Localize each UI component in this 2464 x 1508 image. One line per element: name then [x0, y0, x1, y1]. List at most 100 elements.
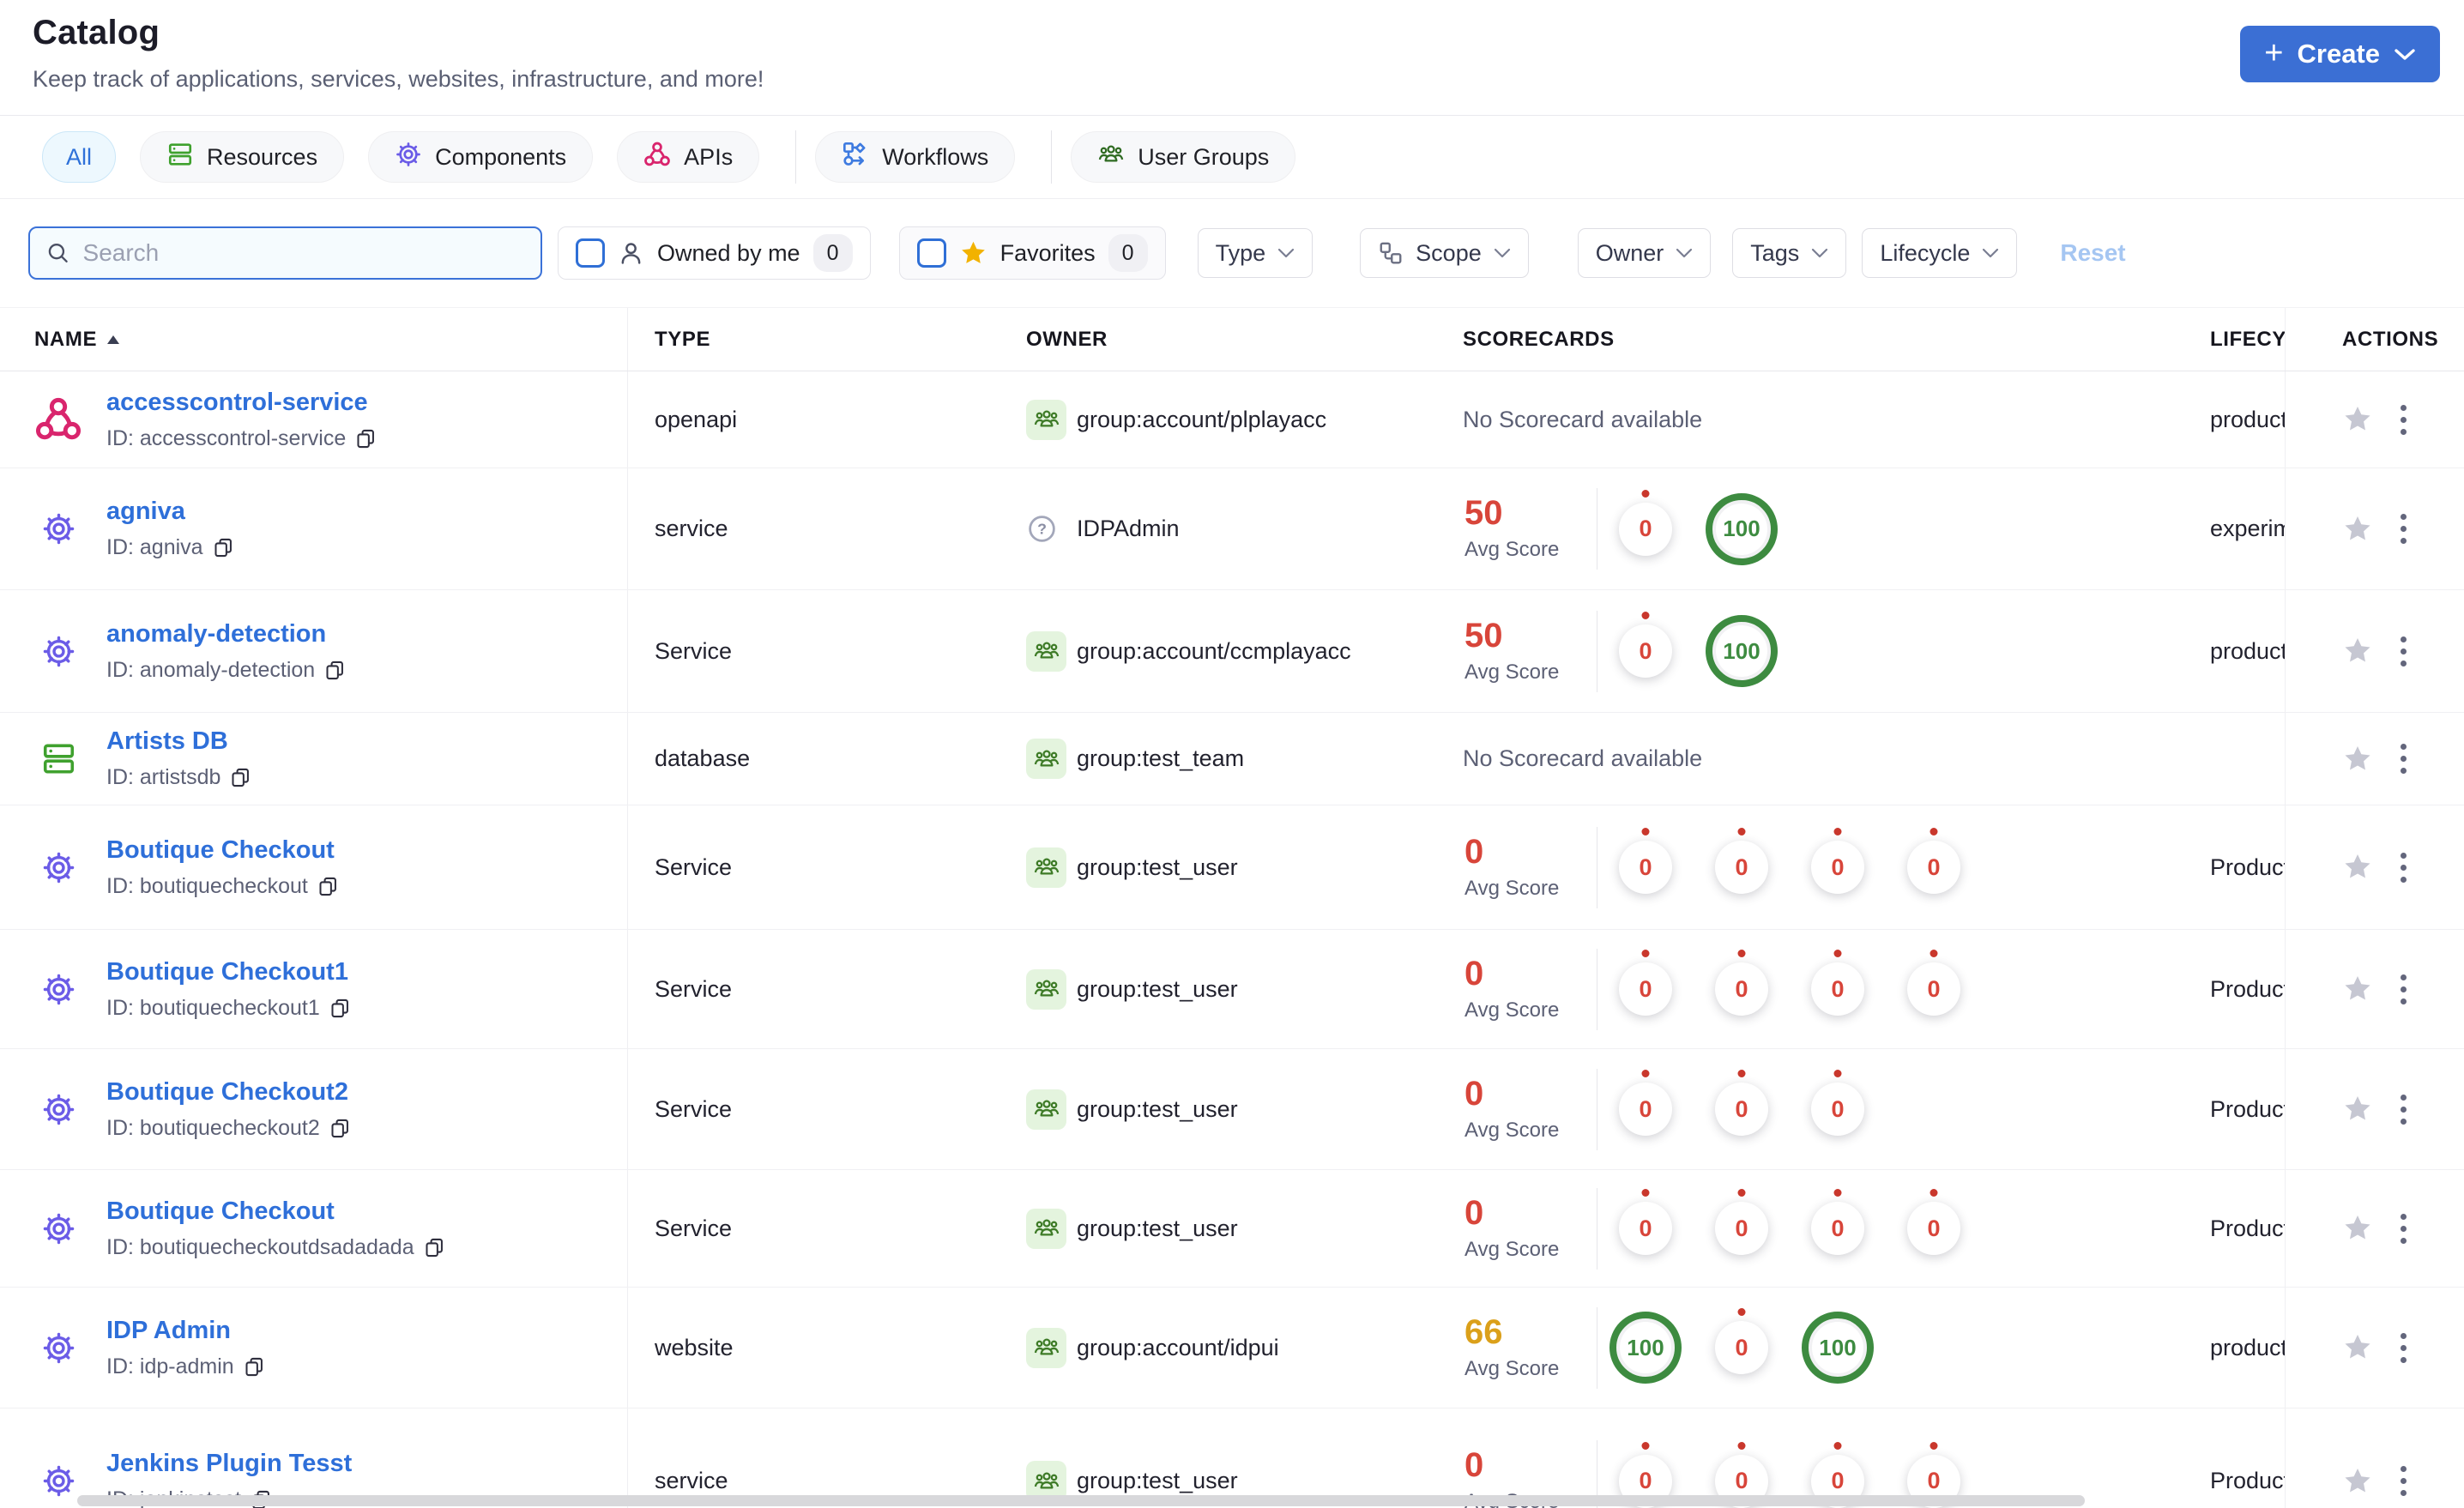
scorecard-check[interactable]: 100 — [1694, 615, 1790, 687]
favorite-star-button[interactable] — [2342, 404, 2373, 435]
database-icon — [34, 740, 82, 777]
scorecard-check[interactable]: 0 — [1597, 615, 1694, 687]
scorecard-check[interactable]: 0 — [1694, 841, 1790, 894]
entity-id: ID: boutiquecheckout2 — [106, 1115, 320, 1140]
scorecard-check[interactable]: 100 — [1597, 1312, 1694, 1384]
tab-user-groups[interactable]: User Groups — [1071, 131, 1296, 183]
kebab-menu-button[interactable] — [2395, 509, 2412, 549]
entity-name-link[interactable]: Boutique Checkout2 — [106, 1078, 348, 1106]
tab-workflows[interactable]: Workflows — [815, 131, 1016, 183]
kebab-menu-button[interactable] — [2395, 1089, 2412, 1130]
scorecard-check[interactable]: 0 — [1694, 1312, 1790, 1384]
scorecard-check[interactable]: 0 — [1790, 1083, 1886, 1136]
kebab-menu-button[interactable] — [2395, 847, 2412, 888]
owned-by-me-filter[interactable]: Owned by me 0 — [558, 226, 871, 280]
group-icon — [1026, 399, 1066, 440]
scorecard-check[interactable]: 0 — [1597, 1202, 1694, 1255]
search-box — [28, 226, 542, 280]
scorecard-check[interactable]: 100 — [1790, 1312, 1886, 1384]
scorecard-check[interactable]: 100 — [1694, 492, 1790, 565]
owner-name: IDPAdmin — [1077, 516, 1180, 541]
kebab-menu-button[interactable] — [2395, 1461, 2412, 1501]
create-button-label: Create — [2297, 39, 2381, 69]
tab-apis[interactable]: APIs — [617, 131, 760, 183]
favorite-star-button[interactable] — [2342, 744, 2373, 775]
group-icon — [1026, 1089, 1066, 1130]
favorite-star-button[interactable] — [2342, 852, 2373, 883]
copy-icon[interactable] — [329, 1117, 352, 1140]
favorite-star-button[interactable] — [2342, 1094, 2373, 1125]
kebab-menu-button[interactable] — [2395, 1209, 2412, 1249]
scorecard-check[interactable]: 0 — [1597, 493, 1694, 565]
favorites-checkbox[interactable] — [916, 238, 946, 268]
reset-filters-button[interactable]: Reset — [2060, 239, 2125, 267]
copy-icon[interactable] — [323, 659, 347, 682]
entity-name-link[interactable]: Artists DB — [106, 727, 228, 755]
kebab-menu-button[interactable] — [2395, 631, 2412, 672]
entity-name-link[interactable]: Boutique Checkout — [106, 1197, 335, 1225]
copy-icon[interactable] — [243, 1355, 266, 1378]
type-dropdown[interactable]: Type — [1197, 228, 1314, 278]
entity-name-link[interactable]: accesscontrol-service — [106, 389, 368, 416]
scorecard-check[interactable]: 0 — [1597, 1083, 1694, 1136]
scorecard-check[interactable]: 0 — [1790, 841, 1886, 894]
horizontal-scrollbar[interactable] — [77, 1495, 2085, 1506]
favorite-star-button[interactable] — [2342, 1332, 2373, 1363]
no-scorecard-text: No Scorecard available — [1463, 745, 1703, 771]
create-button[interactable]: + Create — [2240, 26, 2440, 82]
column-header-scorecards[interactable]: SCORECARDS — [1463, 308, 2171, 371]
entity-name-link[interactable]: Boutique Checkout — [106, 836, 335, 864]
favorites-filter[interactable]: Favorites 0 — [898, 226, 1166, 280]
favorite-star-button[interactable] — [2342, 514, 2373, 545]
scorecard-check[interactable]: 0 — [1886, 1202, 1982, 1255]
favorite-star-button[interactable] — [2342, 974, 2373, 1004]
entity-name-link[interactable]: Boutique Checkout1 — [106, 958, 348, 986]
owned-by-me-checkbox[interactable] — [576, 238, 605, 268]
column-header-type[interactable]: TYPE — [628, 308, 1026, 371]
scorecards-cell: 50 Avg Score 0 100 — [1463, 590, 2171, 712]
column-header-lifecycle[interactable]: LIFECYCLE — [2171, 308, 2285, 371]
scorecard-check[interactable]: 0 — [1597, 962, 1694, 1016]
scorecard-check[interactable]: 0 — [1790, 962, 1886, 1016]
scorecard-check[interactable]: 0 — [1597, 841, 1694, 894]
scorecard-check[interactable]: 0 — [1886, 841, 1982, 894]
scorecard-check[interactable]: 0 — [1886, 962, 1982, 1016]
copy-icon[interactable] — [212, 536, 235, 559]
owner-dropdown[interactable]: Owner — [1577, 228, 1712, 278]
table-row: anomaly-detection ID: anomaly-detection Se… — [0, 590, 2464, 713]
favorite-star-button[interactable] — [2342, 1213, 2373, 1244]
copy-icon[interactable] — [354, 427, 377, 450]
kebab-menu-button[interactable] — [2395, 400, 2412, 440]
type-cell: openapi — [655, 406, 738, 432]
column-header-name[interactable]: NAME — [0, 308, 628, 371]
scope-dropdown[interactable]: Scope — [1360, 228, 1529, 278]
favorite-star-button[interactable] — [2342, 1466, 2373, 1497]
entity-name-link[interactable]: Jenkins Plugin Tesst — [106, 1450, 352, 1477]
kebab-menu-button[interactable] — [2395, 1328, 2412, 1368]
tab-resources[interactable]: Resources — [140, 131, 345, 183]
scorecard-check[interactable]: 0 — [1694, 962, 1790, 1016]
gear-icon — [34, 850, 82, 885]
tab-all[interactable]: All — [42, 131, 117, 183]
search-input[interactable] — [82, 239, 525, 267]
entity-name-link[interactable]: anomaly-detection — [106, 620, 326, 648]
entity-name-link[interactable]: agniva — [106, 498, 185, 525]
column-header-owner[interactable]: OWNER — [1026, 308, 1463, 371]
check-score-100: 100 — [1802, 1312, 1874, 1384]
copy-icon[interactable] — [229, 766, 252, 789]
copy-icon[interactable] — [423, 1236, 446, 1259]
owner-name: group:test_team — [1077, 745, 1245, 771]
tab-components[interactable]: Components — [368, 131, 594, 183]
favorite-star-button[interactable] — [2342, 636, 2373, 667]
kebab-menu-button[interactable] — [2395, 969, 2412, 1010]
copy-icon[interactable] — [329, 997, 352, 1020]
lifecycle-dropdown[interactable]: Lifecycle — [1862, 228, 2018, 278]
actions-cell — [2285, 590, 2464, 712]
scorecard-check[interactable]: 0 — [1694, 1083, 1790, 1136]
entity-name-link[interactable]: IDP Admin — [106, 1317, 231, 1344]
kebab-menu-button[interactable] — [2395, 739, 2412, 779]
scorecard-check[interactable]: 0 — [1694, 1202, 1790, 1255]
tags-dropdown[interactable]: Tags — [1732, 228, 1847, 278]
scorecard-check[interactable]: 0 — [1790, 1202, 1886, 1255]
copy-icon[interactable] — [317, 875, 340, 898]
